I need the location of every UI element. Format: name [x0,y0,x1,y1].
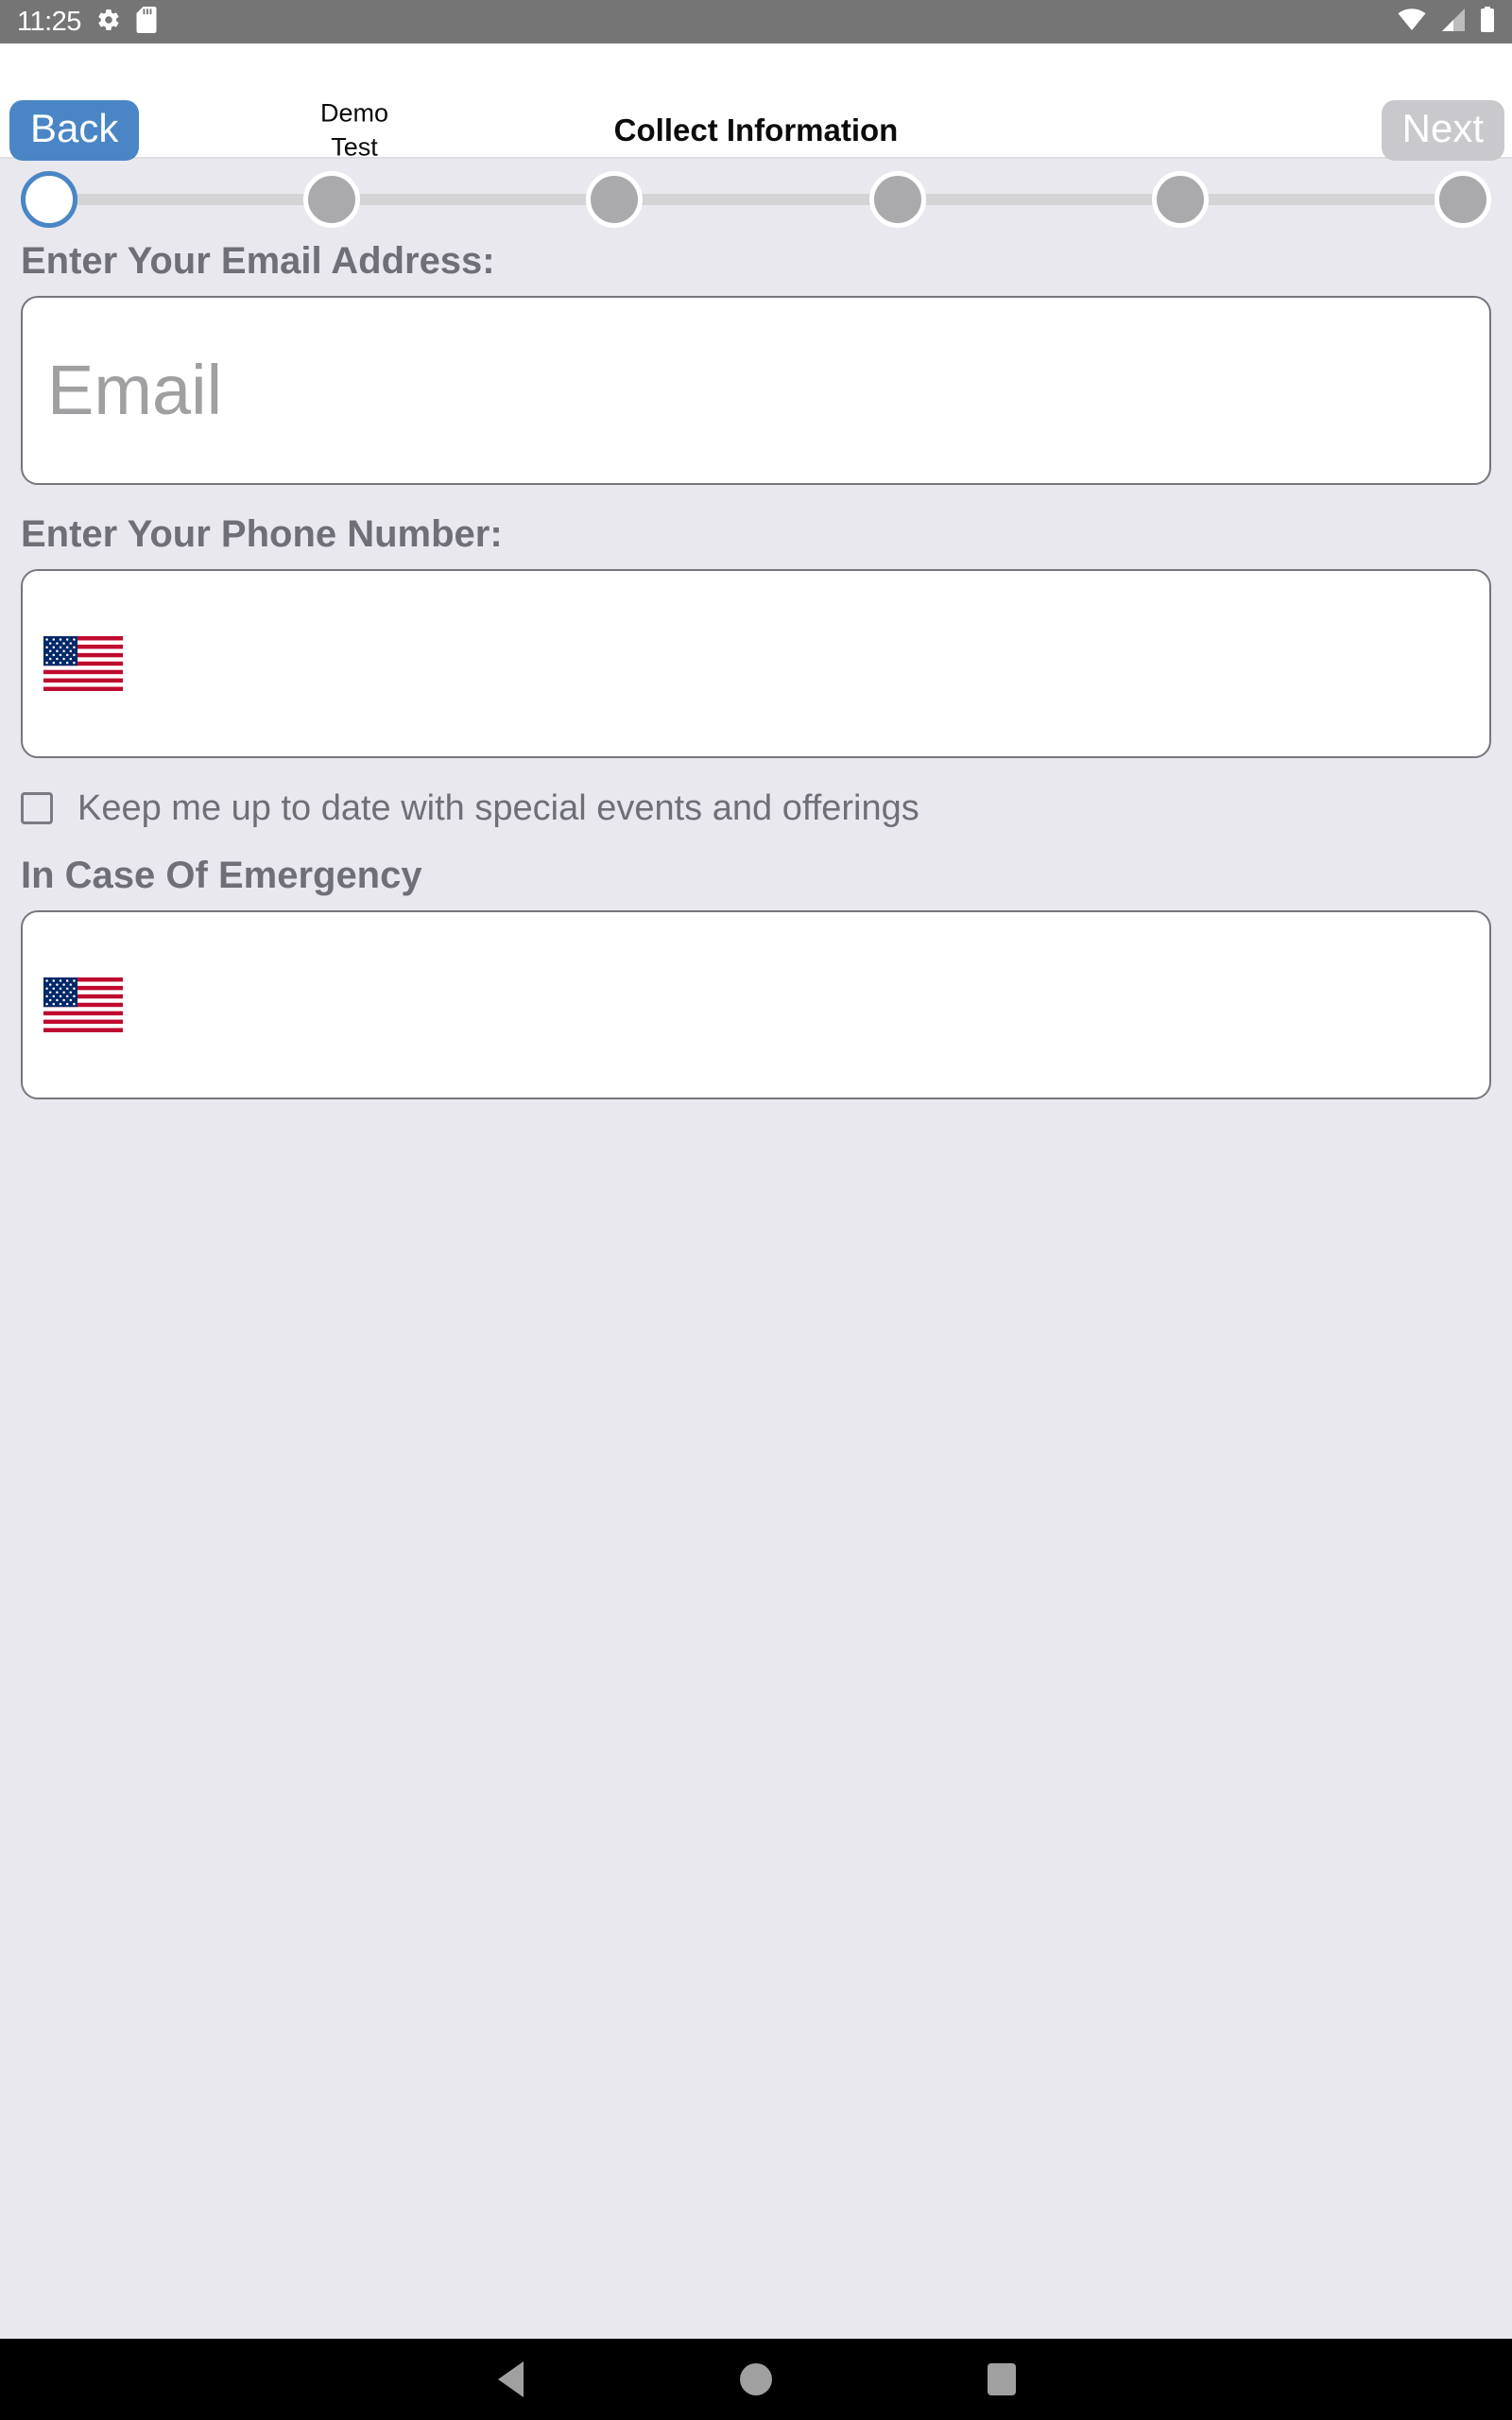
status-bar: 11:25 [0,0,1512,43]
emergency-section-label: In Case Of Emergency [21,855,422,896]
nav-home-button[interactable] [633,2363,879,2395]
gear-icon [96,8,121,37]
progress-stepper [0,159,1512,240]
status-bar-left: 11:25 [17,6,157,38]
nav-back-button[interactable] [387,2361,633,2397]
phone-input[interactable] [21,569,1491,758]
us-flag-icon[interactable] [43,636,123,691]
sd-card-icon [136,6,157,38]
stepper-step-2[interactable] [303,171,360,228]
email-input-placeholder: Email [47,351,223,429]
status-bar-right [1397,6,1495,38]
square-recents-icon [988,2363,1016,2395]
battery-icon [1480,6,1495,38]
nav-recents-button[interactable] [879,2363,1125,2395]
triangle-back-icon [497,2361,524,2397]
stepper-track [49,194,1463,205]
opt-in-label: Keep me up to date with special events a… [77,788,919,828]
wifi-icon [1397,8,1427,37]
page-title: Collect Information [613,112,899,147]
app-header: Back Demo Test Collect Information Next [0,43,1512,162]
android-nav-bar [0,2339,1512,2420]
email-field-label: Enter Your Email Address: [21,240,495,282]
stepper-step-1[interactable] [21,171,77,228]
phone-field-label: Enter Your Phone Number: [21,513,503,555]
stepper-step-6[interactable] [1435,171,1491,228]
opt-in-checkbox[interactable] [21,792,53,824]
email-input[interactable]: Email [21,296,1491,485]
us-flag-icon[interactable] [43,977,123,1032]
circle-home-icon [740,2363,772,2395]
stepper-step-3[interactable] [586,171,643,228]
next-button[interactable]: Next [1381,99,1504,162]
stepper-step-5[interactable] [1152,171,1209,228]
app-root: 11:25 Back Demo Test Collect Information… [0,0,1512,2420]
stepper-step-4[interactable] [869,171,926,228]
form-body: Enter Your Email Address: Email Enter Yo… [0,240,1512,1099]
cell-signal-icon [1440,8,1467,37]
opt-in-row[interactable]: Keep me up to date with special events a… [21,790,1512,826]
emergency-phone-input[interactable] [21,910,1491,1099]
status-bar-clock: 11:25 [17,6,81,37]
